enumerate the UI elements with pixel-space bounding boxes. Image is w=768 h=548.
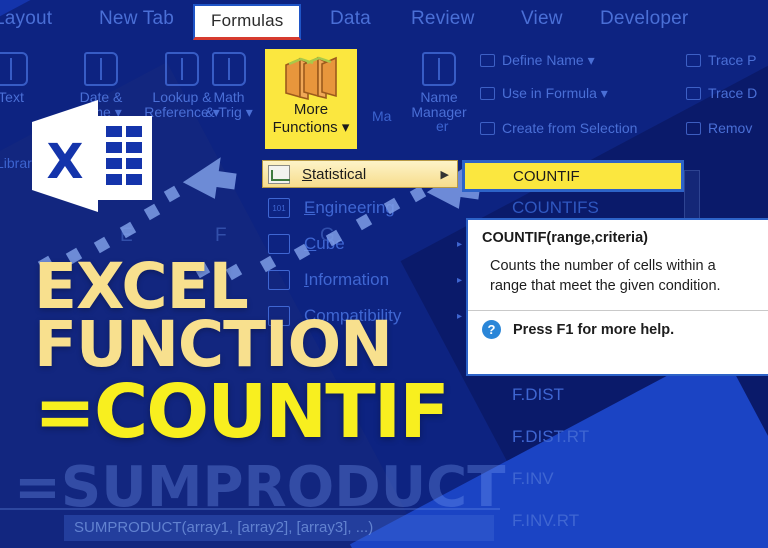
tab-layout[interactable]: Layout bbox=[0, 8, 52, 30]
statistical-function-list: F.DIST F.DIST.RT F.INV F.INV.RT F.TEST bbox=[512, 385, 589, 548]
trace-precedents-icon bbox=[686, 54, 701, 67]
ghost-divider-line bbox=[0, 508, 500, 510]
headline-line-3: =COUNTIF bbox=[34, 368, 450, 455]
name-manager-right-fragment: Ma bbox=[372, 108, 392, 124]
submenu-item-countifs[interactable]: COUNTIFS bbox=[512, 198, 599, 218]
remove-arrows-label: Remov bbox=[708, 120, 753, 136]
submenu-item-f-inv[interactable]: F.INV bbox=[512, 469, 589, 489]
ribbon-button-math-line1: Math bbox=[213, 89, 245, 105]
tooltip-help-text: Press F1 for more help. bbox=[513, 321, 675, 338]
ribbon-button-math-line2: & Trig ▾ bbox=[205, 104, 253, 120]
name-manager-line2: Manager bbox=[411, 104, 467, 120]
tab-developer[interactable]: Developer bbox=[600, 8, 688, 30]
menu-item-cube[interactable]: Cube ▸ bbox=[262, 226, 472, 262]
ribbon-tab-strip: Layout New Tab Formulas Data Review View… bbox=[0, 0, 768, 42]
cube-icon bbox=[268, 234, 290, 254]
ribbon-row-use-in-formula[interactable]: Use in Formula ▾ bbox=[480, 85, 608, 102]
menu-item-engineering[interactable]: 101 Engineering bbox=[262, 190, 472, 226]
define-name-label: Define Name ▾ bbox=[502, 52, 595, 68]
tab-data[interactable]: Data bbox=[330, 8, 371, 30]
group-label-defined-names: er bbox=[436, 118, 449, 134]
tab-review[interactable]: Review bbox=[411, 8, 475, 30]
ghost-sumproduct-text: =SUMPRODUCT bbox=[14, 455, 506, 520]
tooltip-description: Counts the number of cells within a rang… bbox=[490, 258, 721, 294]
screenshot-canvas: E F G Layout New Tab Formulas Data Revie… bbox=[0, 0, 768, 548]
more-functions-line2: Functions ▾ bbox=[272, 119, 350, 136]
submenu-item-f-inv-rt[interactable]: F.INV.RT bbox=[512, 511, 589, 531]
chevron-right-icon: ▸ bbox=[456, 238, 462, 250]
tooltip-signature: COUNTIF(range,criteria) bbox=[482, 230, 648, 246]
headline-line-2: FUNCTION bbox=[34, 307, 393, 381]
create-from-selection-label: Create from Selection bbox=[502, 120, 638, 136]
menu-item-statistical[interactable]: Statistical ▶ bbox=[262, 160, 458, 188]
function-tooltip: COUNTIF(range,criteria) Counts the numbe… bbox=[466, 218, 768, 376]
page-title: EXCEL FUNCTION =COUNTIF bbox=[34, 255, 450, 455]
submenu-item-f-dist-rt[interactable]: F.DIST.RT bbox=[512, 427, 589, 447]
ribbon-button-text-label: Text bbox=[0, 89, 24, 105]
submenu-item-countif[interactable]: COUNTIF bbox=[465, 163, 681, 189]
help-icon: ? bbox=[482, 320, 501, 339]
trace-dependents-label: Trace D bbox=[708, 85, 758, 101]
chevron-right-icon: ▸ bbox=[456, 310, 462, 322]
tooltip-help-row[interactable]: ? Press F1 for more help. bbox=[468, 311, 768, 339]
tab-new-tab[interactable]: New Tab bbox=[99, 8, 174, 30]
engineering-icon: 101 bbox=[268, 198, 290, 218]
define-name-icon bbox=[480, 54, 495, 67]
menu-item-engineering-label: Engineering bbox=[304, 198, 395, 217]
trace-precedents-label: Trace P bbox=[708, 52, 757, 68]
statistical-chart-icon bbox=[268, 164, 290, 184]
ribbon-row-trace-precedents[interactable]: Trace P bbox=[686, 52, 757, 68]
ghost-column-header-e: E bbox=[120, 225, 133, 246]
chevron-right-icon: ▸ bbox=[456, 274, 462, 286]
fx-icon bbox=[480, 87, 495, 100]
chevron-right-icon: ▶ bbox=[440, 168, 449, 181]
remove-arrows-icon bbox=[686, 122, 701, 135]
name-manager-line1: Name bbox=[420, 89, 458, 105]
book-clock-icon bbox=[84, 52, 118, 86]
ribbon-button-name-manager[interactable]: Name Manager bbox=[400, 52, 478, 120]
submenu-item-f-dist[interactable]: F.DIST bbox=[512, 385, 589, 405]
book-stack-icon bbox=[285, 56, 337, 101]
ribbon-row-create-from-selection[interactable]: Create from Selection bbox=[480, 120, 637, 136]
ribbon-row-trace-dependents[interactable]: Trace D bbox=[686, 85, 757, 101]
book-theta-icon bbox=[212, 52, 246, 86]
ribbon-row-remove-arrows[interactable]: Remov bbox=[686, 120, 752, 136]
menu-item-cube-label: Cube bbox=[304, 234, 345, 253]
ribbon-row-define-name[interactable]: Define Name ▾ bbox=[480, 52, 595, 69]
more-functions-line1: More bbox=[293, 101, 329, 118]
use-in-formula-label: Use in Formula ▾ bbox=[502, 85, 608, 101]
create-from-selection-icon bbox=[480, 122, 495, 135]
tab-view[interactable]: View bbox=[521, 8, 563, 30]
ghost-column-header-f: F bbox=[215, 225, 227, 246]
tab-formulas[interactable]: Formulas bbox=[193, 4, 302, 40]
submenu-item-countif-highlight: COUNTIF bbox=[462, 160, 684, 192]
book-icon bbox=[0, 52, 28, 86]
menu-item-statistical-label: Statistical bbox=[302, 165, 367, 183]
ghost-formula-tooltip: SUMPRODUCT(array1, [array2], [array3], .… bbox=[64, 515, 494, 541]
name-manager-icon bbox=[422, 52, 456, 86]
more-functions-button[interactable]: More Functions ▾ bbox=[265, 49, 357, 149]
ribbon-button-math-trig[interactable]: Math & Trig ▾ bbox=[190, 52, 268, 120]
svg-text:X: X bbox=[46, 134, 83, 190]
trace-dependents-icon bbox=[686, 87, 701, 100]
excel-logo: X bbox=[32, 100, 152, 212]
